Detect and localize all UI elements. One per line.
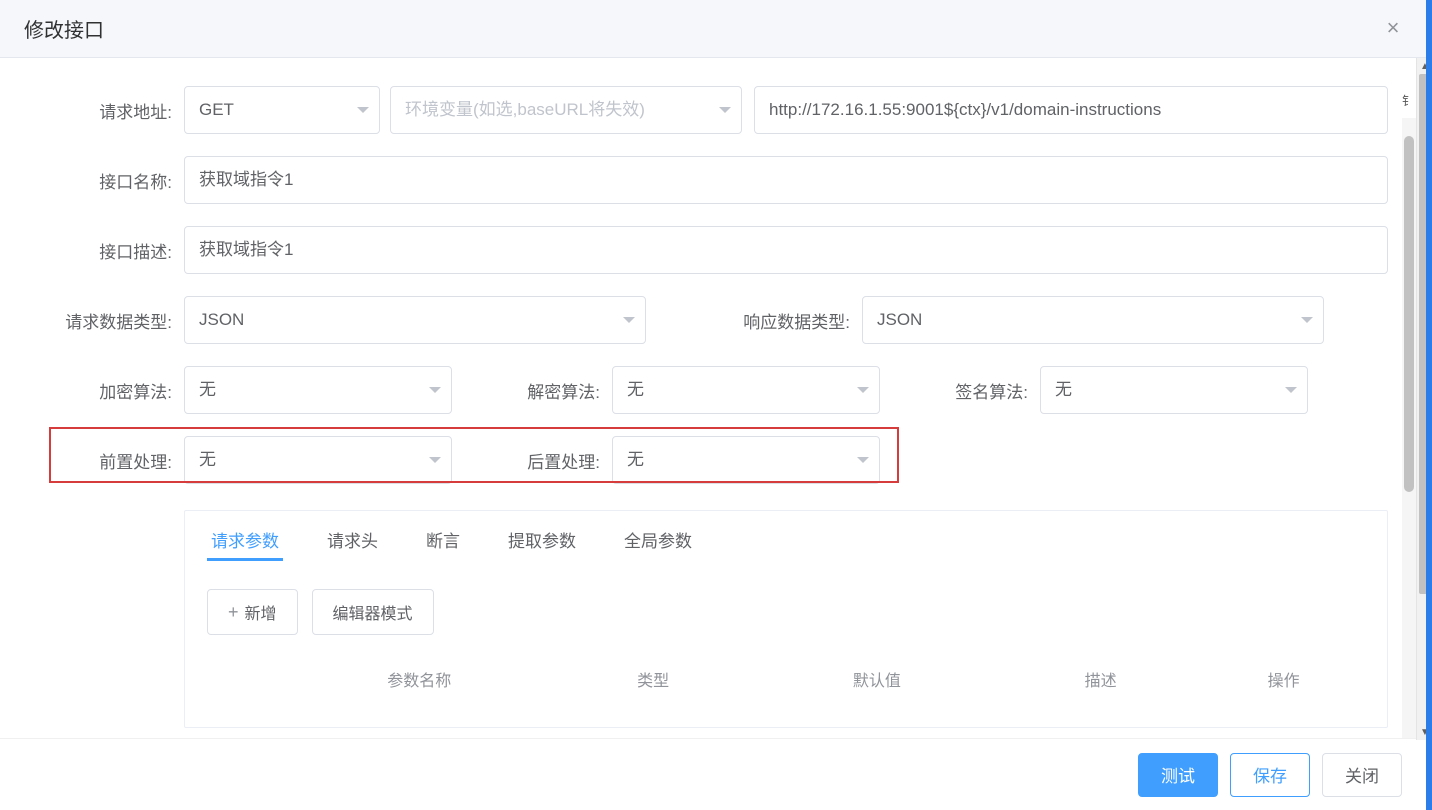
row-algorithms: 加密算法: 无 解密算法: 无 签名算法: 无: [44, 366, 1388, 414]
label-req-data-type: 请求数据类型:: [44, 308, 184, 333]
label-res-data-type: 响应数据类型:: [646, 308, 862, 333]
dialog-title: 修改接口: [24, 14, 104, 43]
editor-mode-button[interactable]: 编辑器模式: [312, 589, 434, 635]
api-desc-input[interactable]: 获取域指令1: [184, 226, 1388, 274]
chevron-down-icon: [857, 387, 869, 393]
url-input[interactable]: http://172.16.1.55:9001${ctx}/v1/domain-…: [754, 86, 1388, 134]
req-data-type-value: JSON: [199, 310, 244, 329]
col-type: 类型: [551, 667, 754, 691]
label-dec-algo: 解密算法:: [452, 378, 612, 403]
right-edge-accent: [1426, 0, 1432, 810]
chevron-down-icon: [429, 387, 441, 393]
url-value: http://172.16.1.55:9001${ctx}/v1/domain-…: [769, 100, 1161, 119]
env-var-placeholder: 环境变量(如选,baseURL将失效): [405, 100, 645, 119]
method-value: GET: [199, 100, 234, 119]
row-request-url: 请求地址: GET 环境变量(如选,baseURL将失效) http://172…: [44, 86, 1388, 134]
dec-algo-value: 无: [627, 380, 644, 399]
tab-actions-row: + 新增 编辑器模式: [207, 589, 1365, 635]
col-desc: 描述: [999, 667, 1202, 691]
tab-request-params[interactable]: 请求参数: [207, 511, 283, 567]
env-var-select[interactable]: 环境变量(如选,baseURL将失效): [390, 86, 742, 134]
save-button[interactable]: 保存: [1230, 753, 1310, 797]
close-button[interactable]: 关闭: [1322, 753, 1402, 797]
dialog-header: 修改接口 ×: [0, 0, 1432, 58]
chevron-down-icon: [857, 457, 869, 463]
tab-request-headers[interactable]: 请求头: [323, 511, 382, 567]
chevron-down-icon: [719, 107, 731, 113]
dialog-scrollbar[interactable]: [1402, 118, 1416, 738]
row-api-desc: 接口描述: 获取域指令1: [44, 226, 1388, 274]
tab-assertions[interactable]: 断言: [422, 511, 464, 567]
tabs-header: 请求参数 请求头 断言 提取参数 全局参数: [185, 511, 1387, 567]
dec-algo-select[interactable]: 无: [612, 366, 880, 414]
close-icon[interactable]: ×: [1378, 14, 1408, 44]
req-data-type-select[interactable]: JSON: [184, 296, 646, 344]
col-action: 操作: [1202, 667, 1365, 691]
label-pre-process: 前置处理:: [44, 448, 184, 473]
col-param-name: 参数名称: [207, 667, 551, 691]
dialog-footer: 测试 保存 关闭: [0, 738, 1432, 810]
add-button[interactable]: + 新增: [207, 589, 298, 635]
api-desc-value: 获取域指令1: [199, 240, 293, 259]
method-select[interactable]: GET: [184, 86, 380, 134]
plus-icon: +: [228, 603, 239, 621]
add-label: 新增: [245, 600, 277, 624]
label-request-url: 请求地址:: [44, 98, 184, 123]
sign-algo-select[interactable]: 无: [1040, 366, 1308, 414]
chevron-down-icon: [623, 317, 635, 323]
tab-content: + 新增 编辑器模式 参数名称 类型 默认值 描述 操作: [185, 567, 1387, 727]
tab-extract-params[interactable]: 提取参数: [504, 511, 580, 567]
params-tabs-container: 请求参数 请求头 断言 提取参数 全局参数 + 新增 编辑器模式 参数名称 类型…: [184, 510, 1388, 728]
row-data-types: 请求数据类型: JSON 响应数据类型: JSON: [44, 296, 1388, 344]
enc-algo-select[interactable]: 无: [184, 366, 452, 414]
post-process-value: 无: [627, 450, 644, 469]
chevron-down-icon: [1285, 387, 1297, 393]
pre-process-select[interactable]: 无: [184, 436, 452, 484]
chevron-down-icon: [429, 457, 441, 463]
param-table-header: 参数名称 类型 默认值 描述 操作: [207, 653, 1365, 705]
res-data-type-value: JSON: [877, 310, 922, 329]
label-enc-algo: 加密算法:: [44, 378, 184, 403]
api-name-value: 获取域指令1: [199, 170, 293, 189]
col-default: 默认值: [755, 667, 999, 691]
label-sign-algo: 签名算法:: [880, 378, 1040, 403]
scrollbar-thumb[interactable]: [1404, 136, 1414, 492]
chevron-down-icon: [357, 107, 369, 113]
edge-glyph: 钅: [1402, 92, 1414, 109]
post-process-select[interactable]: 无: [612, 436, 880, 484]
dialog-body: 请求地址: GET 环境变量(如选,baseURL将失效) http://172…: [0, 58, 1432, 738]
enc-algo-value: 无: [199, 380, 216, 399]
test-button[interactable]: 测试: [1138, 753, 1218, 797]
chevron-down-icon: [1301, 317, 1313, 323]
row-api-name: 接口名称: 获取域指令1: [44, 156, 1388, 204]
pre-process-value: 无: [199, 450, 216, 469]
tab-global-params[interactable]: 全局参数: [620, 511, 696, 567]
api-name-input[interactable]: 获取域指令1: [184, 156, 1388, 204]
label-api-name: 接口名称:: [44, 168, 184, 193]
editor-mode-label: 编辑器模式: [333, 600, 413, 624]
res-data-type-select[interactable]: JSON: [862, 296, 1324, 344]
label-post-process: 后置处理:: [452, 448, 612, 473]
row-process: 前置处理: 无 后置处理: 无: [44, 436, 1388, 484]
label-api-desc: 接口描述:: [44, 238, 184, 263]
sign-algo-value: 无: [1055, 380, 1072, 399]
